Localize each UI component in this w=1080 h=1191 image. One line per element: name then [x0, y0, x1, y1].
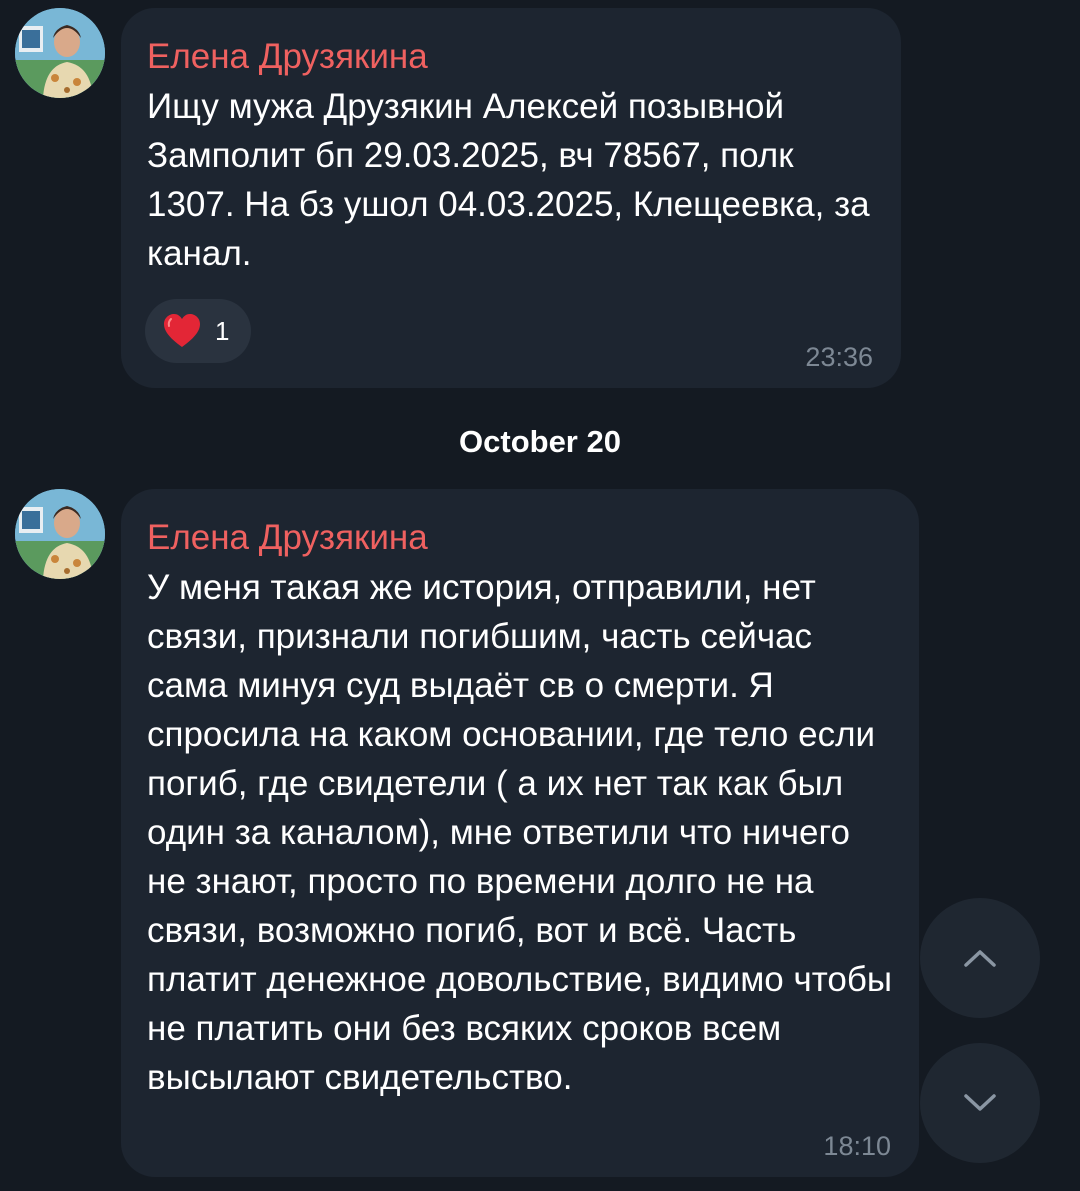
- chevron-up-icon: [964, 950, 996, 967]
- message-time: 18:10: [823, 1131, 891, 1161]
- sender-name[interactable]: Елена Друзякина: [147, 517, 893, 559]
- sender-avatar[interactable]: [15, 489, 105, 579]
- scroll-up-button[interactable]: [920, 898, 1040, 1018]
- avatar-photo: [15, 8, 105, 98]
- date-separator: October 20: [459, 424, 621, 459]
- message-text: Ищу мужа Друзякин Алексей позывной Зампо…: [147, 87, 870, 273]
- message-time: 23:36: [805, 342, 873, 372]
- message-bubble[interactable]: Елена Друзякина У меня такая же история,…: [121, 489, 919, 1177]
- heart-icon: [164, 314, 200, 347]
- chat-history: Елена Друзякина Ищу мужа Друзякин Алексе…: [0, 0, 1080, 1191]
- sender-avatar[interactable]: [15, 8, 105, 98]
- scroll-down-button[interactable]: [920, 1043, 1040, 1163]
- chevron-down-icon: [964, 1094, 996, 1111]
- sender-name[interactable]: Елена Друзякина: [147, 36, 875, 78]
- message-bubble[interactable]: Елена Друзякина Ищу мужа Друзякин Алексе…: [121, 8, 901, 388]
- avatar-photo: [15, 489, 105, 579]
- reaction-pill[interactable]: 1: [145, 299, 251, 363]
- reaction-count: 1: [215, 315, 230, 346]
- message-text: У меня такая же история, отправили, нет …: [147, 568, 893, 1097]
